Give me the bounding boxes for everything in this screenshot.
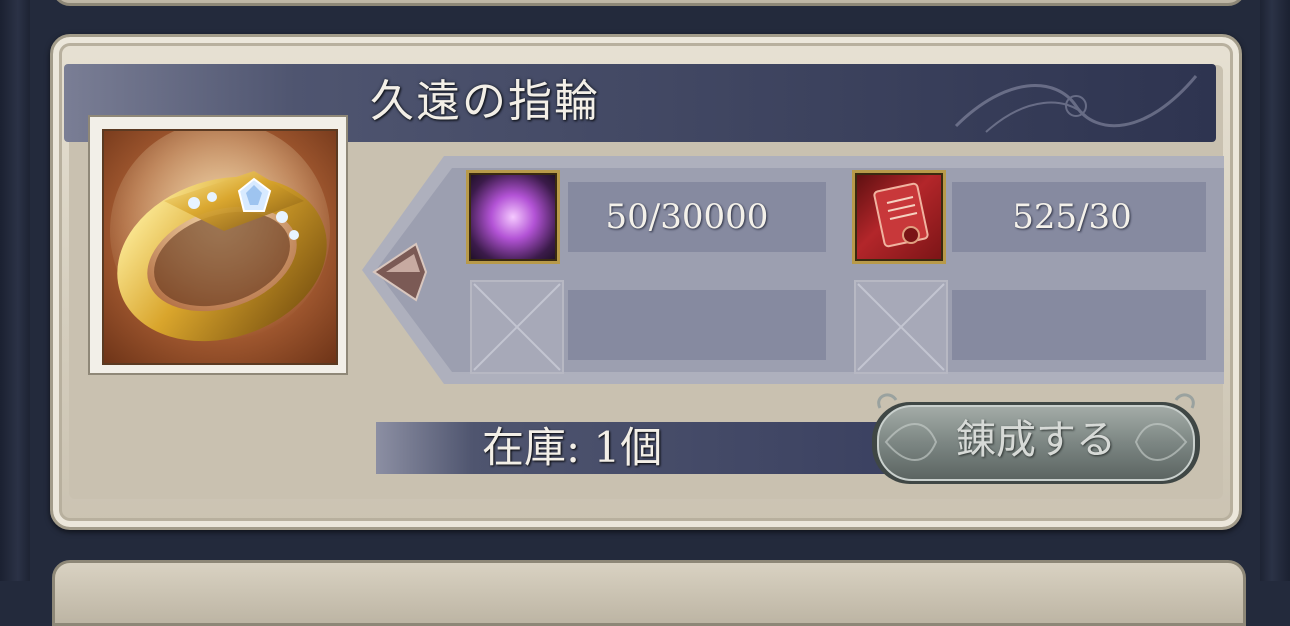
material-bar-3: [568, 290, 826, 360]
arrow-gem-icon: [372, 242, 428, 302]
item-icon-frame[interactable]: [88, 115, 348, 375]
right-rail: [1260, 0, 1290, 581]
next-card: [52, 560, 1246, 626]
purple-gem-orb-icon[interactable]: [466, 170, 560, 264]
craft-button[interactable]: 錬成する: [866, 388, 1206, 496]
red-scroll-icon[interactable]: [852, 170, 946, 264]
material-count-2: 525/30: [1012, 197, 1132, 237]
empty-slot-icon[interactable]: [854, 280, 948, 374]
material-count-1: 50/30000: [605, 197, 769, 237]
craft-button-label: 錬成する: [956, 417, 1116, 463]
left-rail: [0, 0, 30, 581]
gold-ring-icon: [102, 121, 338, 365]
item-name: 久遠の指輪: [370, 76, 600, 127]
material-bar-4: [952, 290, 1206, 360]
empty-slot-icon[interactable]: [470, 280, 564, 374]
stock-count: 在庫: 1個: [482, 423, 663, 472]
previous-card: [52, 0, 1246, 6]
ornament-decoration: [954, 75, 1198, 133]
